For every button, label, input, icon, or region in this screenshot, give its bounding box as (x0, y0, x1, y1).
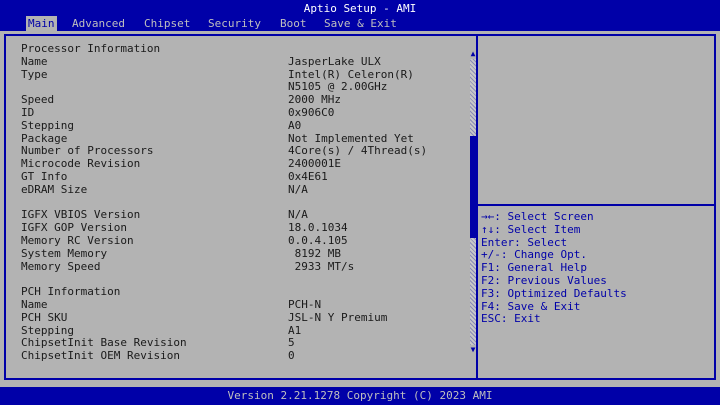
tab-main[interactable]: Main (26, 16, 57, 31)
info-label: Name (21, 54, 48, 68)
info-label: Processor Information (21, 42, 161, 55)
key-help-line: F1: General Help (481, 261, 587, 275)
info-value: N/A (288, 208, 308, 222)
scroll-up-icon[interactable]: ▲ (469, 50, 477, 58)
key-help-line: F4: Save & Exit (481, 299, 581, 313)
info-label: Name (21, 298, 48, 311)
info-label: System Memory (21, 246, 108, 260)
info-label: Type (21, 67, 48, 81)
info-label: Microcode Revision (21, 157, 141, 171)
info-value: Not Implemented Yet (288, 131, 414, 145)
info-label: Stepping (21, 118, 74, 132)
info-value: 2000 MHz (288, 93, 341, 107)
scroll-thumb[interactable] (470, 136, 476, 239)
info-pane: Processor Information Name JasperLake ULX T… (4, 34, 478, 380)
key-help-line: F3: Optimized Defaults (481, 286, 627, 300)
info-label: IGFX VBIOS Version (21, 208, 141, 222)
tab-security[interactable]: Security (206, 16, 263, 31)
info-value: 0 (288, 349, 295, 363)
window-title: Aptio Setup - AMI (0, 0, 720, 16)
info-label: Stepping (21, 323, 74, 337)
info-label: ChipsetInit Base Revision (21, 336, 187, 350)
info-value: PCH-N (288, 298, 322, 311)
info-value: 2400001E (288, 157, 341, 171)
tab-boot[interactable]: Boot (278, 16, 309, 31)
key-help-line: F2: Previous Values (481, 274, 607, 287)
info-value: 18.0.1034 (288, 221, 348, 235)
info-label: ChipsetInit OEM Revision (21, 349, 180, 363)
menu-bar: Main Advanced Chipset Security Boot Save… (0, 16, 720, 31)
tab-chipset[interactable]: Chipset (142, 16, 192, 31)
info-label: ID (21, 106, 35, 119)
key-help-line: Enter: Select (481, 235, 568, 249)
info-value: 0.0.4.105 (288, 234, 348, 247)
info-label: Memory RC Version (21, 234, 134, 247)
info-value: N/A (288, 182, 308, 196)
footer-version: Version 2.21.1278 Copyright (C) 2023 AMI (0, 387, 720, 405)
info-label: GT Info (21, 170, 68, 183)
info-label: Memory Speed (21, 259, 101, 273)
tab-save-exit[interactable]: Save & Exit (322, 16, 399, 31)
key-help-line: ESC: Exit (481, 312, 541, 326)
info-value: JSL-N Y Premium (288, 310, 388, 324)
help-pane: →←: Select Screen ↑↓: Select Item Enter: S… (478, 34, 716, 380)
info-value: N5105 @ 2.00GHz (288, 80, 388, 94)
help-divider (478, 204, 714, 206)
key-help-line: +/-: Change Opt. (481, 248, 587, 262)
info-value: A1 (288, 323, 302, 337)
info-value: 0x4E61 (288, 170, 328, 183)
info-value: 0x906C0 (288, 106, 335, 119)
info-label: PCH Information (21, 285, 121, 299)
info-value: 2933 MT/s (288, 259, 355, 273)
info-value: Intel(R) Celeron(R) (288, 67, 414, 81)
info-value: 8192 MB (288, 246, 341, 260)
tab-advanced[interactable]: Advanced (70, 16, 127, 31)
scrollbar[interactable]: ▲ ▼ (469, 50, 477, 354)
info-label: Number of Processors (21, 144, 154, 158)
key-help-line: →←: Select Screen (481, 210, 594, 223)
info-value: A0 (288, 118, 302, 132)
info-label: IGFX GOP Version (21, 221, 127, 235)
info-label: Package (21, 131, 68, 145)
info-value: JasperLake ULX (288, 54, 381, 68)
info-label: PCH SKU (21, 310, 68, 324)
info-value: 4Core(s) / 4Thread(s) (288, 144, 428, 158)
key-help-line: ↑↓: Select Item (481, 222, 581, 236)
info-label: eDRAM Size (21, 182, 88, 196)
info-label: Speed (21, 93, 55, 107)
info-value: 5 (288, 336, 295, 350)
scroll-down-icon[interactable]: ▼ (469, 346, 477, 354)
